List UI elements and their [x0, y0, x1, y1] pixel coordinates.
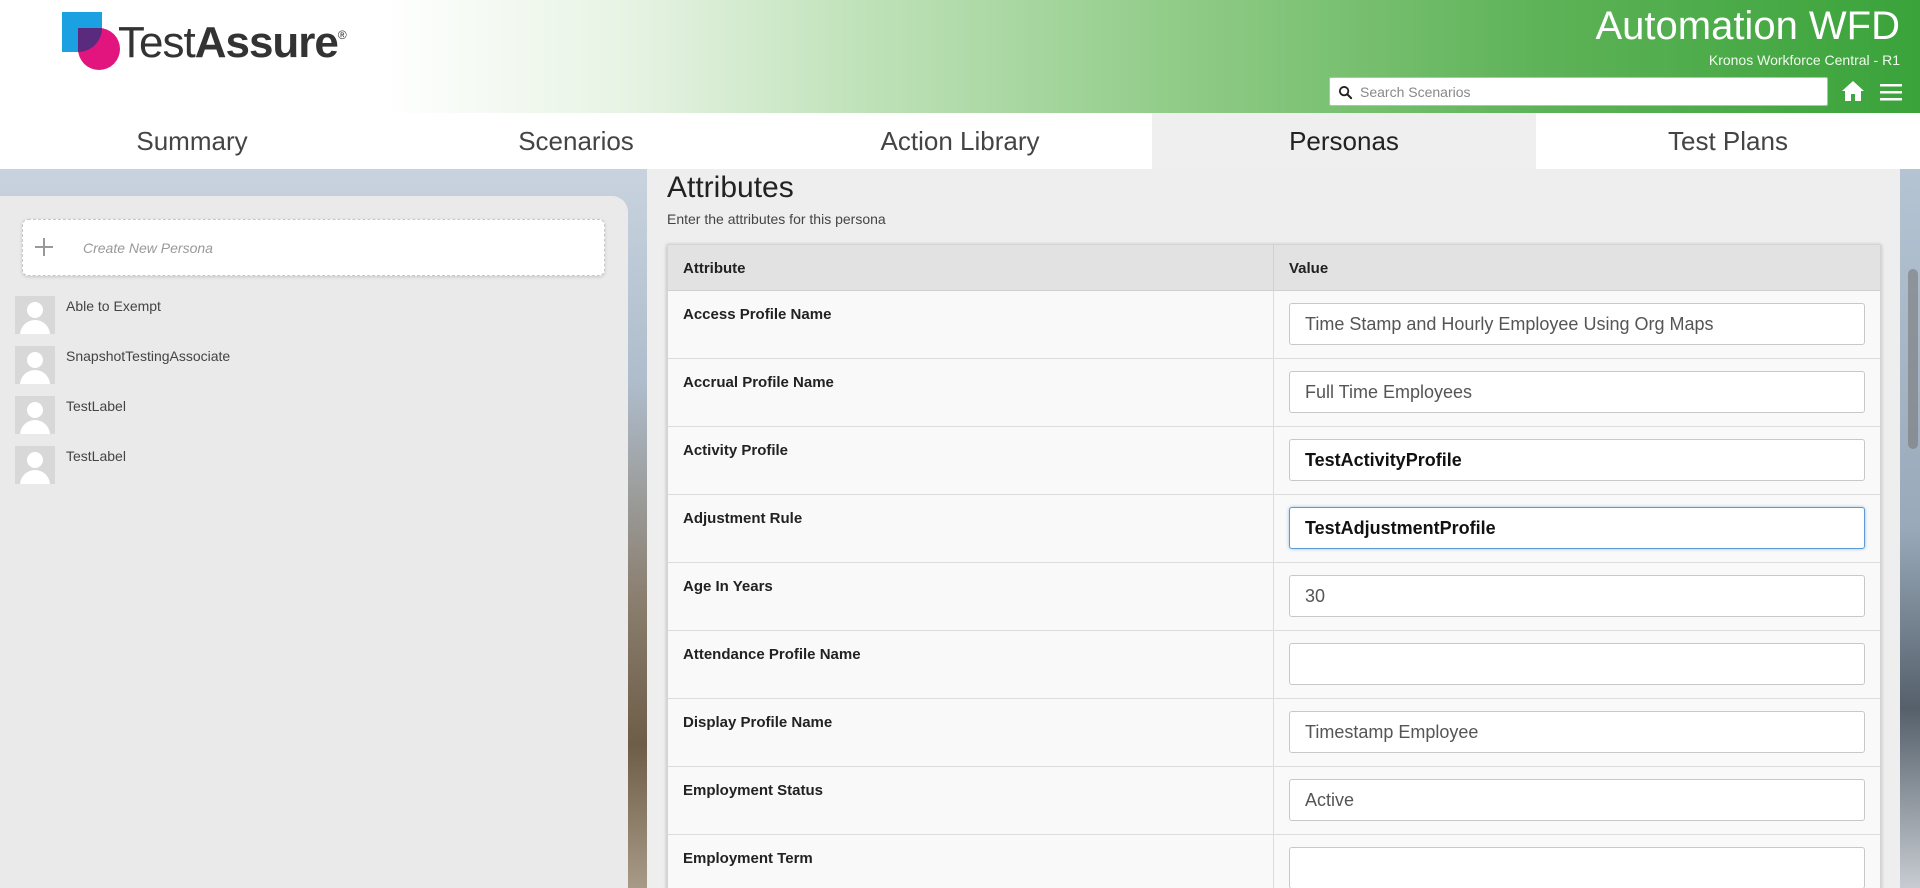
attribute-value-input[interactable]	[1289, 303, 1865, 345]
table-row: Employment Status	[668, 767, 1880, 835]
persona-list: Able to Exempt SnapshotTestingAssociate …	[15, 296, 615, 496]
tab-test-plans[interactable]: Test Plans	[1536, 113, 1920, 169]
table-row: Accrual Profile Name	[668, 359, 1880, 427]
table-header: Attribute Value	[668, 245, 1880, 291]
avatar-icon	[15, 396, 55, 434]
attribute-name: Employment Status	[668, 767, 1274, 834]
persona-item[interactable]: Able to Exempt	[15, 296, 615, 346]
table-row: Display Profile Name	[668, 699, 1880, 767]
logo-mark-icon	[62, 12, 122, 72]
table-row: Activity Profile	[668, 427, 1880, 495]
column-header-value: Value	[1289, 260, 1329, 277]
plus-icon	[35, 238, 53, 256]
project-subtitle: Kronos Workforce Central - R1	[1708, 52, 1900, 68]
table-row: Attendance Profile Name	[668, 631, 1880, 699]
attribute-name: Age In Years	[668, 563, 1274, 630]
project-title: Automation WFD	[1595, 4, 1900, 48]
search-icon	[1338, 85, 1353, 100]
column-header-attribute: Attribute	[668, 245, 1274, 290]
attributes-panel: Attributes Enter the attributes for this…	[647, 169, 1900, 888]
attribute-name: Attendance Profile Name	[668, 631, 1274, 698]
attribute-value-input[interactable]	[1289, 507, 1865, 549]
attributes-table: Attribute Value Access Profile Name Accr…	[667, 244, 1881, 888]
persona-item[interactable]: TestLabel	[15, 396, 615, 446]
persona-name: TestLabel	[66, 448, 126, 464]
table-row: Adjustment Rule	[668, 495, 1880, 563]
tab-action-library[interactable]: Action Library	[768, 113, 1152, 169]
section-description: Enter the attributes for this persona	[667, 211, 886, 227]
attribute-value-input[interactable]	[1289, 779, 1865, 821]
app-header: TestAssure® Automation WFD Kronos Workfo…	[0, 0, 1920, 113]
persona-name: SnapshotTestingAssociate	[66, 348, 231, 364]
page-scrollbar[interactable]	[1904, 169, 1920, 888]
create-new-persona-label: Create New Persona	[83, 240, 213, 256]
attribute-value-input[interactable]	[1289, 643, 1865, 685]
search-input[interactable]	[1360, 80, 1820, 104]
table-row: Access Profile Name	[668, 291, 1880, 359]
logo-text: TestAssure®	[118, 18, 347, 67]
table-row: Employment Term	[668, 835, 1880, 888]
attribute-name: Employment Term	[668, 835, 1274, 888]
attribute-name: Activity Profile	[668, 427, 1274, 494]
persona-item[interactable]: SnapshotTestingAssociate	[15, 346, 615, 396]
avatar-icon	[15, 446, 55, 484]
tab-personas[interactable]: Personas	[1152, 113, 1536, 169]
avatar-icon	[15, 296, 55, 334]
table-row: Age In Years	[668, 563, 1880, 631]
scrollbar-thumb[interactable]	[1908, 269, 1918, 449]
attribute-value-input[interactable]	[1289, 711, 1865, 753]
hamburger-menu-icon[interactable]	[1880, 82, 1902, 102]
attribute-value-input[interactable]	[1289, 847, 1865, 888]
persona-sidebar: Create New Persona Able to Exempt Snapsh…	[0, 196, 628, 888]
create-new-persona-button[interactable]: Create New Persona	[22, 219, 605, 276]
attribute-value-input[interactable]	[1289, 439, 1865, 481]
attribute-value-input[interactable]	[1289, 575, 1865, 617]
main-tabs: Summary Scenarios Action Library Persona…	[0, 113, 1920, 169]
home-icon[interactable]	[1841, 80, 1865, 102]
tab-summary[interactable]: Summary	[0, 113, 384, 169]
attribute-name: Access Profile Name	[668, 291, 1274, 358]
persona-name: TestLabel	[66, 398, 126, 414]
attribute-value-input[interactable]	[1289, 371, 1865, 413]
testassure-logo[interactable]: TestAssure®	[62, 12, 362, 72]
tab-scenarios[interactable]: Scenarios	[384, 113, 768, 169]
avatar-icon	[15, 346, 55, 384]
persona-item[interactable]: TestLabel	[15, 446, 615, 496]
section-title: Attributes	[667, 171, 794, 204]
attribute-name: Display Profile Name	[668, 699, 1274, 766]
persona-name: Able to Exempt	[66, 298, 161, 314]
search-box	[1329, 77, 1828, 106]
attribute-name: Accrual Profile Name	[668, 359, 1274, 426]
attribute-name: Adjustment Rule	[668, 495, 1274, 562]
